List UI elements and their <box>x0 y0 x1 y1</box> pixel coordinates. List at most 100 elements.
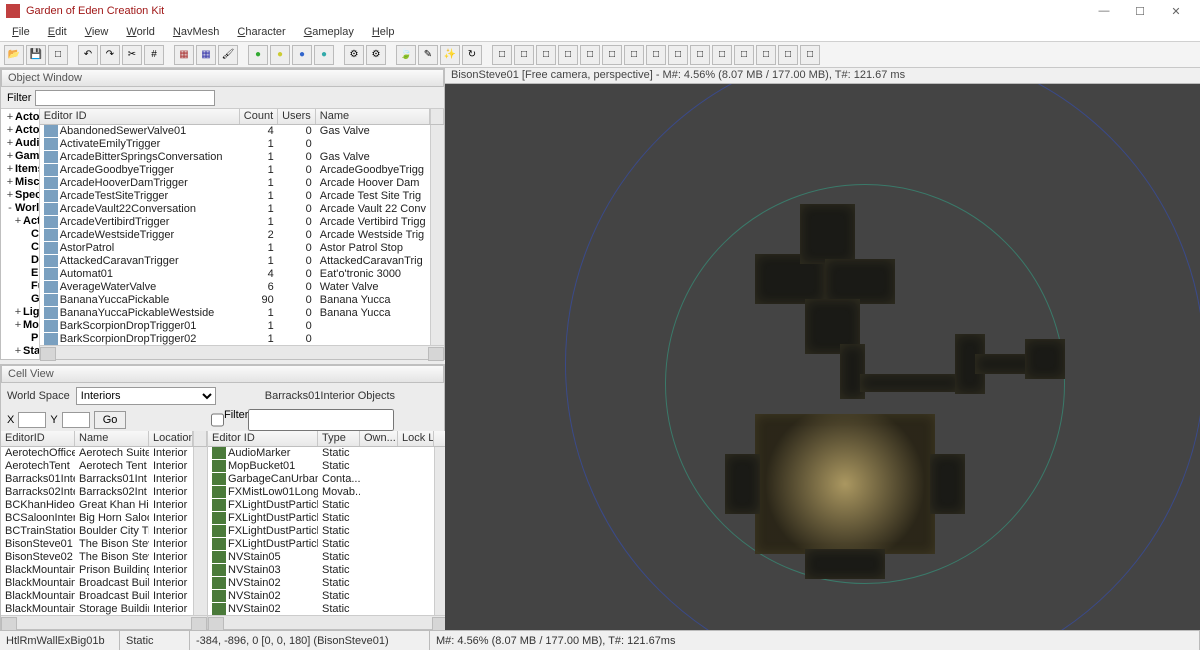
pencil-button[interactable]: ✎ <box>418 45 438 65</box>
object-row[interactable]: AbandonedSewerValve0140Gas Valve <box>40 125 430 138</box>
interior-object-row[interactable]: NVStain02Static <box>208 590 434 603</box>
col-users[interactable]: Users <box>278 109 316 124</box>
interior-object-row[interactable]: MopBucket01Static <box>208 460 434 473</box>
b4-button[interactable]: □ <box>756 45 776 65</box>
tree-world-objects[interactable]: -World Objects <box>5 202 35 215</box>
a8-button[interactable]: □ <box>646 45 666 65</box>
object-row[interactable]: ArcadeGoodbyeTrigger10ArcadeGoodbyeTrigg <box>40 164 430 177</box>
interior-object-row[interactable]: GarbageCanUrban02Conta... <box>208 473 434 486</box>
cell-row[interactable]: BCTrainStationInteriorBoulder City Train… <box>1 525 193 538</box>
file-open-button[interactable]: 📂 <box>4 45 24 65</box>
object-row[interactable]: AverageWaterValve60Water Valve <box>40 281 430 294</box>
cv-col-editor[interactable]: EditorID <box>1 431 75 446</box>
cut-button[interactable]: ✂ <box>122 45 142 65</box>
object-row[interactable]: BananaYuccaPickable900Banana Yucca <box>40 294 430 307</box>
cell-row[interactable]: BCKhanHideoutGreat Khan HideoutInterior <box>1 499 193 512</box>
tree-miscellaneous[interactable]: +Miscellaneous <box>5 176 35 189</box>
a2-button[interactable]: □ <box>514 45 534 65</box>
render-viewport[interactable] <box>445 84 1200 630</box>
cell-row[interactable]: BlackMountainRadioBroadcast Building, ..… <box>1 577 193 590</box>
col-editor-id[interactable]: Editor ID <box>40 109 240 124</box>
object-row[interactable]: ArcadeVault22Conversation10Arcade Vault … <box>40 203 430 216</box>
tree-actors[interactable]: +Actors <box>5 124 35 137</box>
pal-t-button[interactable]: ● <box>314 45 334 65</box>
object-list[interactable]: AbandonedSewerValve0140Gas ValveActivate… <box>40 125 430 345</box>
menu-edit[interactable]: Edit <box>40 24 75 40</box>
tree-static-collection[interactable]: +Static Collection <box>5 358 35 359</box>
a5-button[interactable]: □ <box>580 45 600 65</box>
tree-audio[interactable]: +Audio <box>5 137 35 150</box>
interior-object-row[interactable]: FXLightDustParticlesWide02Static <box>208 538 434 551</box>
a6-button[interactable]: □ <box>602 45 622 65</box>
a1-button[interactable]: □ <box>492 45 512 65</box>
object-list-vscroll[interactable] <box>430 125 444 345</box>
object-row[interactable]: ArcadeBitterSpringsConversation10Gas Val… <box>40 151 430 164</box>
tree-encounter-zone[interactable]: Encounter Zone <box>5 267 35 280</box>
col-count[interactable]: Count <box>240 109 278 124</box>
a4-button[interactable]: □ <box>558 45 578 65</box>
cell-row[interactable]: BlackMountainRadio2Broadcast Building,..… <box>1 590 193 603</box>
object-row[interactable]: BarkScorpionDropTrigger0210 <box>40 333 430 345</box>
maximize-button[interactable]: ☐ <box>1122 1 1158 21</box>
cell-left-vscroll[interactable] <box>193 447 207 615</box>
cell-row[interactable]: Barracks01InteriorBarracks01Int Tem...In… <box>1 473 193 486</box>
x-input[interactable] <box>18 412 46 428</box>
interior-object-row[interactable]: NVStain05Static <box>208 551 434 564</box>
interior-object-row[interactable]: NVStain02Static <box>208 603 434 615</box>
object-row[interactable]: ActivateEmilyTrigger10 <box>40 138 430 151</box>
col-name[interactable]: Name <box>316 109 430 124</box>
tree-climate[interactable]: Climate <box>5 228 35 241</box>
object-row[interactable]: ArcadeTestSiteTrigger10Arcade Test Site … <box>40 190 430 203</box>
menu-world[interactable]: World <box>118 24 163 40</box>
cell-row[interactable]: AerotechOfficeInterioAerotech Suite 200I… <box>1 447 193 460</box>
interior-object-row[interactable]: FXMistLow01LongHalfVisMovab... <box>208 486 434 499</box>
cv-filter-input[interactable] <box>248 409 394 431</box>
object-row[interactable]: ArcadeVertibirdTrigger10Arcade Vertibird… <box>40 216 430 229</box>
leaf-button[interactable]: 🍃 <box>396 45 416 65</box>
object-filter-input[interactable] <box>35 90 215 106</box>
tree-grass[interactable]: Grass <box>5 293 35 306</box>
wand-button[interactable]: ✨ <box>440 45 460 65</box>
cvr-col-editor[interactable]: Editor ID <box>208 431 318 446</box>
interior-object-row[interactable]: NVStain03Static <box>208 564 434 577</box>
gear-button[interactable]: ⚙ <box>344 45 364 65</box>
save-button[interactable]: 💾 <box>26 45 46 65</box>
snap-button[interactable]: # <box>144 45 164 65</box>
object-row[interactable]: ArcadeHooverDamTrigger10Arcade Hoover Da… <box>40 177 430 190</box>
a9-button[interactable]: □ <box>668 45 688 65</box>
interior-object-row[interactable]: FXLightDustParticlesWide02Static <box>208 499 434 512</box>
menu-gameplay[interactable]: Gameplay <box>296 24 362 40</box>
tree-actor-data[interactable]: +Actor Data <box>5 111 35 124</box>
tree-activator[interactable]: +Activator <box>5 215 35 228</box>
cog-button[interactable]: ⚙ <box>366 45 386 65</box>
tree-furniture[interactable]: Furniture <box>5 280 35 293</box>
close-button[interactable]: ✕ <box>1158 1 1194 21</box>
cvr-col-owner[interactable]: Own... <box>360 431 398 446</box>
pal-y-button[interactable]: ● <box>270 45 290 65</box>
cell-row[interactable]: BlackMountainTreas...Storage BuildingInt… <box>1 603 193 615</box>
tree-static[interactable]: +Static <box>5 345 35 358</box>
filter-checkbox[interactable] <box>211 409 224 431</box>
cell-right-header[interactable]: Editor ID Type Own... Lock L <box>208 431 448 447</box>
tree-light[interactable]: +Light <box>5 306 35 319</box>
b3-button[interactable]: □ <box>734 45 754 65</box>
world-space-select[interactable]: Interiors <box>76 387 216 405</box>
b6-button[interactable]: □ <box>800 45 820 65</box>
y-input[interactable] <box>62 412 90 428</box>
object-list-header[interactable]: Editor ID Count Users Name <box>40 109 444 125</box>
tree-movable-static[interactable]: +Movable Static <box>5 319 35 332</box>
cvr-col-lock[interactable]: Lock L <box>398 431 434 446</box>
cell-left-list[interactable]: AerotechOfficeInterioAerotech Suite 200I… <box>1 447 193 615</box>
menu-help[interactable]: Help <box>364 24 403 40</box>
tree-game-effects[interactable]: +Game Effects <box>5 150 35 163</box>
a7-button[interactable]: □ <box>624 45 644 65</box>
interior-object-row[interactable]: FXLightDustParticlesWide02Static <box>208 525 434 538</box>
go-button[interactable]: Go <box>94 411 127 429</box>
cell-row[interactable]: AerotechTentAerotech TentInterior <box>1 460 193 473</box>
cvr-col-type[interactable]: Type <box>318 431 360 446</box>
cell-row[interactable]: BlackMountainPrisonPrison BuildingInteri… <box>1 564 193 577</box>
object-row[interactable]: Automat0140Eat'o'tronic 3000 <box>40 268 430 281</box>
menu-character[interactable]: Character <box>229 24 293 40</box>
cell-left-header[interactable]: EditorID Name Location <box>1 431 207 447</box>
grid-a-button[interactable]: ▦ <box>174 45 194 65</box>
